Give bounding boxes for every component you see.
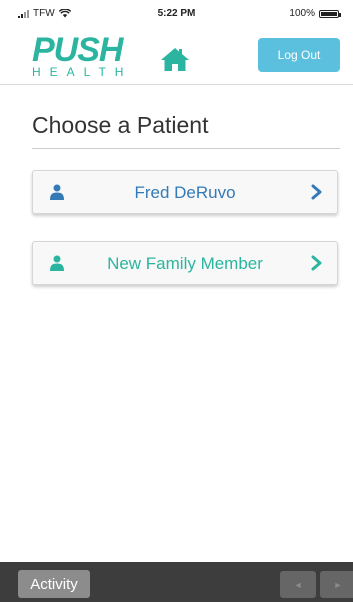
home-icon[interactable] (160, 46, 190, 72)
new-family-member-label: New Family Member (107, 254, 263, 273)
page-title: Choose a Patient (32, 112, 209, 138)
title-divider (32, 148, 340, 149)
status-bar: TFW 5:22 PM 100% (0, 0, 353, 28)
bottom-toolbar: Activity ◄ ► (0, 562, 353, 602)
patient-name: Fred DeRuvo (134, 183, 236, 202)
forward-button[interactable]: ► (320, 571, 353, 598)
logo-push-text: PUSH (32, 31, 123, 69)
status-right: 100% (289, 8, 341, 19)
user-icon (50, 255, 64, 271)
logout-button[interactable]: Log Out (258, 38, 340, 72)
chevron-right-icon (311, 255, 322, 271)
chevron-right-icon (311, 184, 322, 200)
back-button[interactable]: ◄ (280, 571, 316, 598)
user-icon (50, 184, 64, 200)
patient-fred-deruvo[interactable]: Fred DeRuvo (32, 170, 338, 214)
activity-button[interactable]: Activity (18, 570, 90, 598)
new-family-member-button[interactable]: New Family Member (32, 241, 338, 285)
battery-percent: 100% (289, 8, 315, 19)
logo-health-text: HEALTH (32, 65, 133, 79)
app-header: PUSH HEALTH Log Out (0, 28, 353, 85)
battery-icon (319, 9, 341, 18)
push-health-logo: PUSH HEALTH (32, 32, 132, 78)
